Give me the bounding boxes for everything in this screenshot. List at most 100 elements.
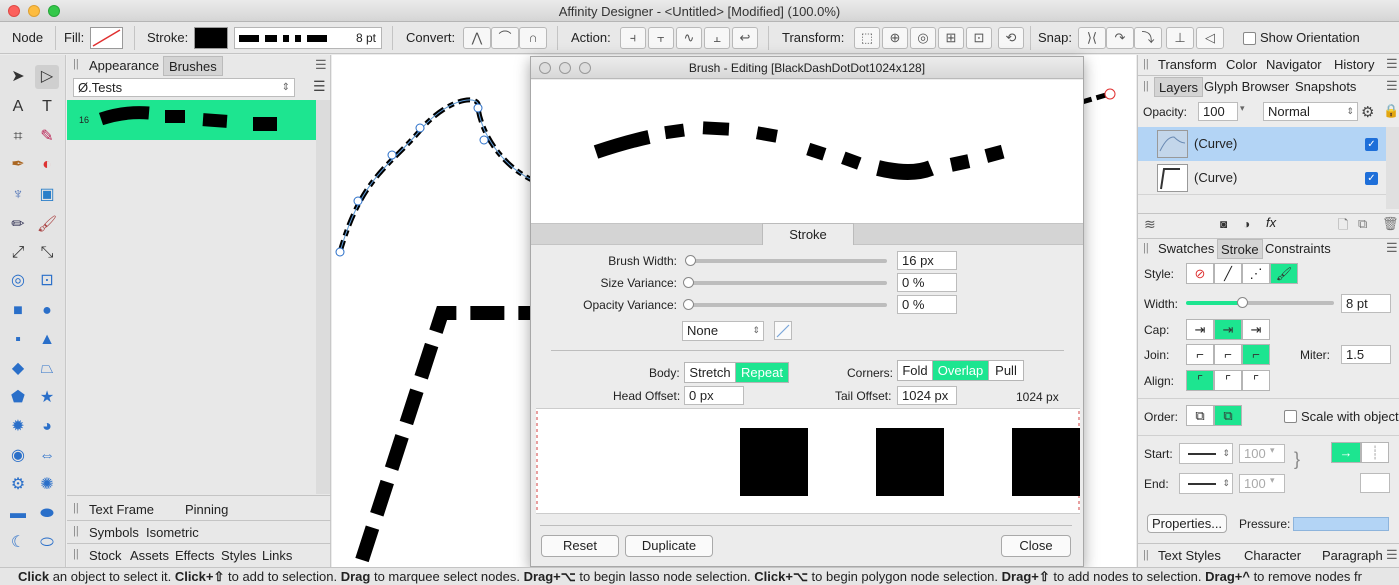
- stroke-solid-icon[interactable]: ╱: [1214, 263, 1242, 284]
- brush-width-slider[interactable]: [687, 259, 887, 263]
- align-outside-icon[interactable]: ⌜: [1242, 370, 1270, 391]
- size-variance-field[interactable]: 0 %: [897, 273, 957, 292]
- cog-tool-icon[interactable]: ⚙: [6, 473, 30, 497]
- ellipse-tool-icon[interactable]: ●: [35, 299, 59, 323]
- tab-stroke-panel[interactable]: Stroke: [1217, 239, 1263, 259]
- tab-isometric[interactable]: Isometric: [146, 525, 199, 540]
- artistic-text-tool-icon[interactable]: A: [6, 95, 30, 119]
- node-tool-icon[interactable]: ▷: [35, 65, 59, 89]
- panel-menu-icon[interactable]: ☰: [1386, 78, 1398, 94]
- join-round-icon[interactable]: ⌐: [1214, 344, 1242, 365]
- reverse-curve-icon[interactable]: ↩: [732, 27, 758, 49]
- layer-row[interactable]: (Curve) ✓: [1138, 161, 1386, 195]
- arrow-placement-icon[interactable]: ┊: [1361, 442, 1389, 463]
- fx-icon[interactable]: fx: [1266, 215, 1276, 230]
- convert-smooth-button[interactable]: ⌒: [491, 27, 519, 49]
- head-offset-field[interactable]: 0 px: [684, 386, 744, 405]
- arrow-swap-icon[interactable]: →: [1331, 442, 1361, 463]
- tab-constraints[interactable]: Constraints: [1265, 241, 1331, 256]
- place-tool-icon[interactable]: ⊡: [35, 269, 59, 293]
- panel-menu-icon[interactable]: ☰: [1386, 547, 1398, 563]
- image-tool-icon[interactable]: ▣: [35, 183, 59, 207]
- tab-snapshots[interactable]: Snapshots: [1295, 79, 1356, 94]
- mask-icon[interactable]: ◙: [1220, 217, 1227, 231]
- layer-visibility-checkbox[interactable]: ✓: [1365, 172, 1378, 185]
- transform-bbox-icon[interactable]: ⊡: [966, 27, 992, 49]
- callout-ellipse-tool-icon[interactable]: ⬬: [35, 502, 59, 526]
- tab-navigator[interactable]: Navigator: [1266, 57, 1322, 72]
- transform-origin-icon[interactable]: ⊕: [882, 27, 908, 49]
- diamond-tool-icon[interactable]: ◆: [6, 357, 30, 381]
- tab-appearance[interactable]: Appearance: [89, 58, 159, 73]
- link-bracket-icon[interactable]: }: [1294, 449, 1300, 470]
- corners-overlap-button[interactable]: Overlap: [932, 360, 989, 381]
- break-curve-icon[interactable]: ⫞: [620, 27, 646, 49]
- close-curve-icon[interactable]: ⫟: [648, 27, 674, 49]
- layer-visibility-checkbox[interactable]: ✓: [1365, 138, 1378, 151]
- body-repeat-button[interactable]: Repeat: [735, 362, 789, 383]
- cloud-tool-icon[interactable]: ✺: [35, 473, 59, 497]
- stroke-none-icon[interactable]: ⊘: [1186, 263, 1214, 284]
- show-orientation-checkbox[interactable]: [1243, 32, 1256, 45]
- end-scale-field[interactable]: 100: [1239, 474, 1285, 493]
- duplicate-button[interactable]: Duplicate: [625, 535, 713, 557]
- tab-character[interactable]: Character: [1244, 548, 1301, 563]
- join-bevel-icon[interactable]: ⌐: [1242, 344, 1270, 365]
- tab-paragraph[interactable]: Paragraph: [1322, 548, 1383, 563]
- layers-scrollbar[interactable]: [1386, 127, 1399, 209]
- start-arrowhead-select[interactable]: ⇕: [1179, 443, 1233, 464]
- gradient-tool-icon[interactable]: ◎: [6, 269, 30, 293]
- cap-round-icon[interactable]: ⇥: [1214, 319, 1242, 340]
- align-inside-icon[interactable]: ⌜: [1214, 370, 1242, 391]
- join-curves-icon[interactable]: ⫠: [704, 27, 730, 49]
- tab-swatches[interactable]: Swatches: [1158, 241, 1214, 256]
- snap-tangent-icon[interactable]: ⤵: [1134, 27, 1162, 49]
- join-miter-icon[interactable]: ⌐: [1186, 344, 1214, 365]
- start-scale-field[interactable]: 100: [1239, 444, 1285, 463]
- snap-handles-icon[interactable]: ⟩⟨: [1078, 27, 1106, 49]
- cap-square-icon[interactable]: ⇥: [1242, 319, 1270, 340]
- stroke-style-field[interactable]: 8 pt: [234, 27, 382, 49]
- snap-angle-icon[interactable]: ◁: [1196, 27, 1224, 49]
- convert-sharp-button[interactable]: ⋀: [463, 27, 491, 49]
- chevron-down-icon[interactable]: ▾: [1270, 445, 1275, 456]
- brush-width-slider-knob[interactable]: [685, 255, 696, 266]
- pressure-graph-button[interactable]: [774, 321, 792, 340]
- order-behind-icon[interactable]: ⧉: [1186, 405, 1214, 426]
- brush-width-field[interactable]: 16 px: [897, 251, 957, 270]
- brush-list-scrollbar[interactable]: [316, 100, 330, 494]
- size-variance-slider-knob[interactable]: [683, 277, 694, 288]
- tab-stock[interactable]: Stock: [89, 548, 122, 563]
- fill-tool-icon[interactable]: ♆: [6, 183, 30, 207]
- transform-rotate-icon[interactable]: ⟲: [998, 27, 1024, 49]
- blend-mode-select[interactable]: Normal ⇕: [1263, 102, 1358, 121]
- transparency-tool-icon[interactable]: ⤡: [35, 241, 59, 265]
- segment-tool-icon[interactable]: ⬭: [35, 531, 59, 555]
- callout-tool-icon[interactable]: ▬: [6, 502, 30, 526]
- stroke-width-slider-knob[interactable]: [1237, 297, 1248, 308]
- panel-menu-icon[interactable]: ☰: [1386, 56, 1398, 72]
- tab-styles[interactable]: Styles: [221, 548, 256, 563]
- pencil-tool-icon[interactable]: ✏: [6, 213, 30, 237]
- add-layer-icon[interactable]: 🗋: [1338, 216, 1348, 238]
- layer-row-selected[interactable]: (Curve) ✓: [1138, 127, 1386, 161]
- gear-icon[interactable]: ⚙: [1361, 103, 1374, 121]
- double-arrow-tool-icon[interactable]: ⇔: [35, 444, 59, 468]
- cap-butt-icon[interactable]: ⇥: [1186, 319, 1214, 340]
- tab-text-styles[interactable]: Text Styles: [1158, 548, 1221, 563]
- tab-text-frame[interactable]: Text Frame: [89, 502, 154, 517]
- transform-box-icon[interactable]: ⬚: [854, 27, 880, 49]
- size-variance-slider[interactable]: [687, 281, 887, 285]
- tab-pinning[interactable]: Pinning: [185, 502, 228, 517]
- snap-curve-icon[interactable]: ↷: [1106, 27, 1134, 49]
- trash-icon[interactable]: 🗑: [1382, 216, 1399, 232]
- tab-assets[interactable]: Assets: [130, 548, 169, 563]
- corners-pull-button[interactable]: Pull: [988, 360, 1024, 381]
- tab-history[interactable]: History: [1334, 57, 1374, 72]
- tab-transform[interactable]: Transform: [1158, 57, 1217, 72]
- pen-tool-icon[interactable]: ✒: [6, 153, 30, 177]
- arrow-color-swatch[interactable]: [1360, 473, 1390, 493]
- stroke-dashed-icon[interactable]: ⋰: [1242, 263, 1270, 284]
- tab-symbols[interactable]: Symbols: [89, 525, 139, 540]
- tab-effects[interactable]: Effects: [175, 548, 215, 563]
